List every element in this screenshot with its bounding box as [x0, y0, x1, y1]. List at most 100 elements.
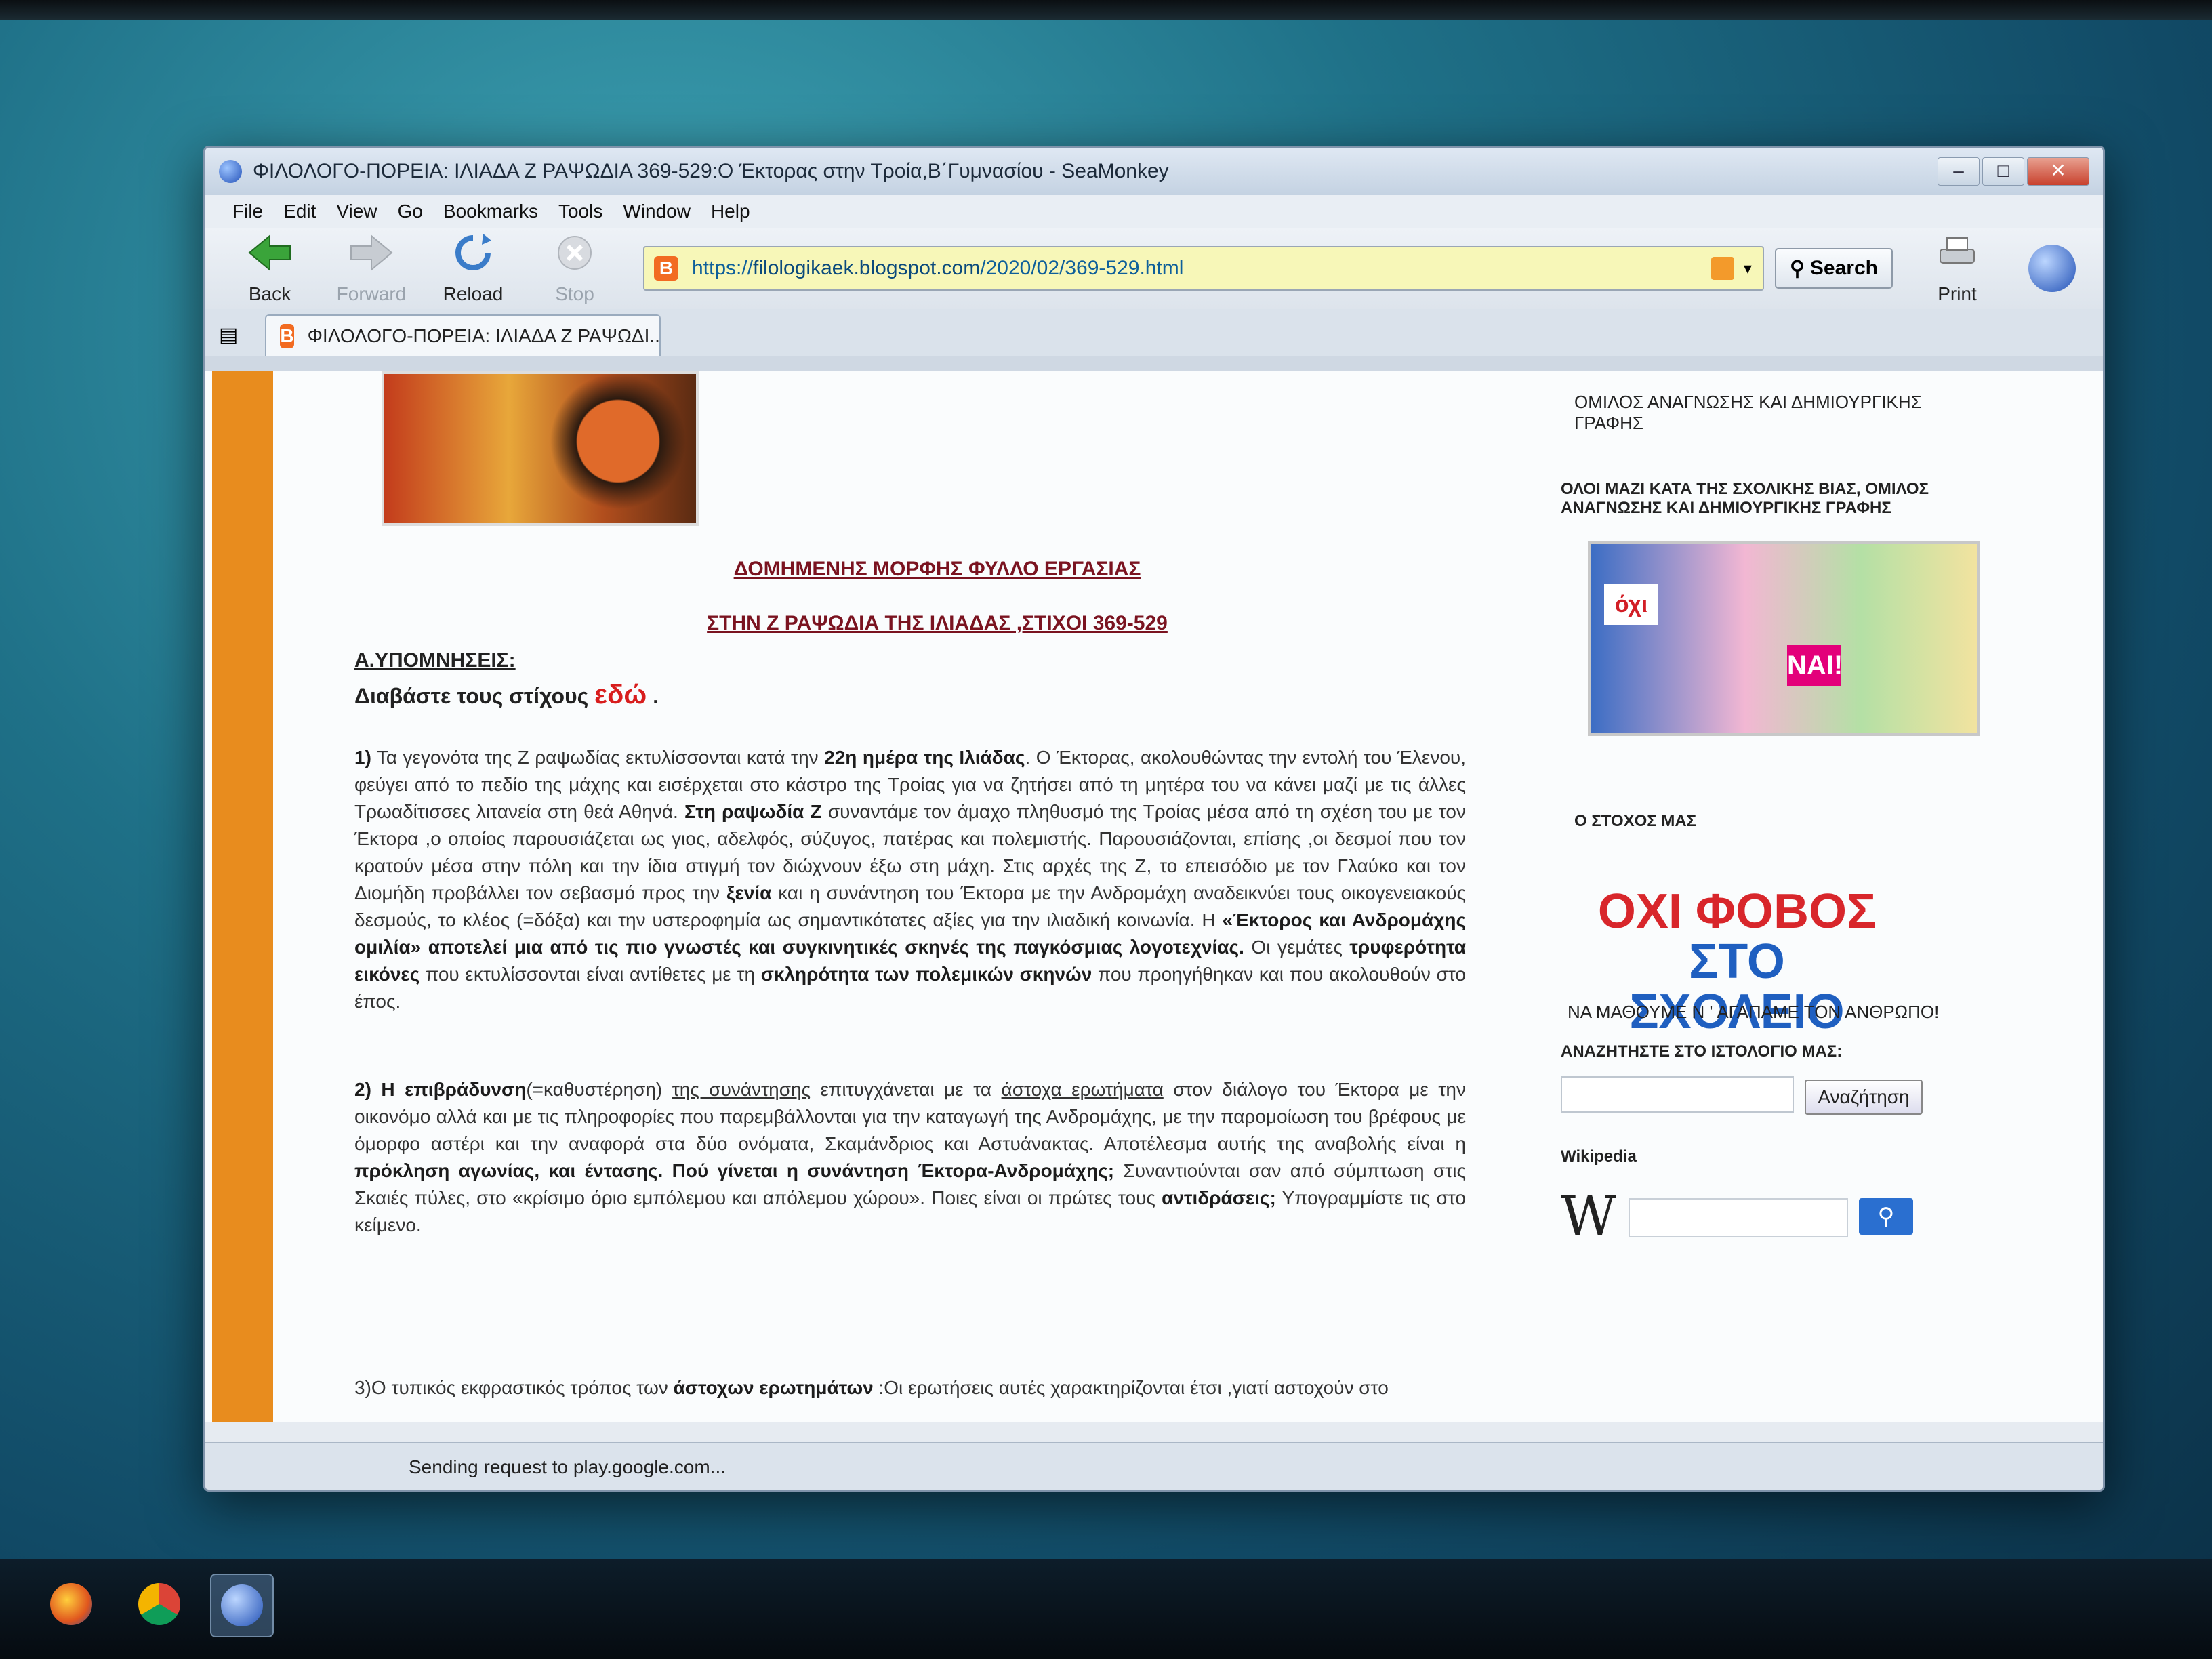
poster-nai-label: ΝΑΙ! — [1787, 645, 1843, 686]
horizontal-scrollbar[interactable] — [205, 1422, 2103, 1442]
lead-line: Διαβάστε τους στίχους εδώ . — [354, 680, 659, 710]
post-body: ΔΟΜΗΜΕΝΗΣ ΜΟΡΦΗΣ ΦΥΛΛΟ ΕΡΓΑΣΙΑΣ ΣΤΗΝ Ζ Ρ… — [327, 371, 1547, 1422]
reload-button[interactable]: Reload — [429, 232, 517, 305]
p1-text-1: Τα γεγονότα της Ζ ραψωδίας εκτυλίσσονται… — [371, 747, 825, 768]
slogan-line-1: ΟΧΙ ΦΟΒΟΣ — [1597, 884, 1877, 939]
wikipedia-heading: Wikipedia — [1561, 1147, 1637, 1166]
sidebar-toggle-icon[interactable]: ▤ — [219, 323, 238, 347]
stop-icon — [558, 235, 592, 270]
minimize-button[interactable]: – — [1938, 157, 1980, 186]
menu-help[interactable]: Help — [711, 201, 750, 222]
taskbar-chrome[interactable] — [129, 1574, 190, 1635]
tab-active[interactable]: B ΦΙΛΟΛΟΓΟ-ΠΟΡΕΙΑ: ΙΛΙΑΔΑ Ζ ΡΑΨΩΔΙ... — [265, 314, 661, 356]
menu-file[interactable]: File — [232, 201, 263, 222]
p2-bold-1: 2) Η επιβράδυνση — [354, 1079, 527, 1100]
worksheet-title: ΔΟΜΗΜΕΝΗΣ ΜΟΡΦΗΣ ΦΥΛΛΟ ΕΡΓΑΣΙΑΣ — [733, 558, 1141, 580]
window-title: ΦΙΛΟΛΟΓΟ-ΠΟΡΕΙΑ: ΙΛΙΑΔΑ Ζ ΡΑΨΩΔΙΑ 369-52… — [253, 160, 1169, 182]
verses-link[interactable]: εδώ — [594, 680, 647, 710]
forward-button[interactable]: Forward — [327, 232, 415, 305]
page-viewport: ΔΟΜΗΜΕΝΗΣ ΜΟΡΦΗΣ ΦΥΛΛΟ ΕΡΓΑΣΙΑΣ ΣΤΗΝ Ζ Ρ… — [205, 371, 2103, 1422]
menu-view[interactable]: View — [336, 201, 377, 222]
stop-label: Stop — [555, 283, 594, 304]
worksheet-subtitle: ΣΤΗΝ Ζ ΡΑΨΩΔΙΑ ΤΗΣ ΙΛΙΑΔΑΣ ,ΣΤΙΧΟΙ 369-5… — [707, 612, 1168, 634]
blog-search-heading: ΑΝΑΖΗΤΗΣΤΕ ΣΤΟ ΙΣΤΟΛΟΓΙΟ ΜΑΣ: — [1561, 1042, 1843, 1061]
forward-arrow-icon — [350, 234, 393, 271]
blog-search-button[interactable]: Αναζήτηση — [1805, 1080, 1923, 1115]
p1-bold-3: ξενία — [726, 882, 772, 903]
printer-icon — [1940, 237, 1975, 264]
p2-text-2: επιτυγχάνεται με τα — [811, 1079, 1002, 1100]
taskbar — [0, 1559, 2212, 1659]
rss-icon[interactable] — [1711, 257, 1734, 280]
wikipedia-search-button[interactable]: ⚲ — [1859, 1198, 1913, 1235]
p2-underline-1: της συνάντησης — [672, 1079, 811, 1100]
reload-icon — [455, 233, 491, 270]
menu-window[interactable]: Window — [623, 201, 691, 222]
print-label: Print — [1938, 283, 1977, 304]
chrome-icon — [138, 1583, 180, 1625]
forward-label: Forward — [336, 283, 407, 304]
poster-oxi-label: όχι — [1604, 584, 1658, 625]
url-text[interactable]: https://filologikaek.blogspot.com/2020/0… — [692, 257, 1711, 280]
lead-suffix: . — [653, 684, 659, 708]
address-bar[interactable]: B https://filologikaek.blogspot.com/2020… — [643, 246, 1764, 291]
search-button[interactable]: ⚲ Search — [1774, 248, 1893, 289]
url-path: /2020/02/369-529.html — [980, 257, 1184, 279]
magnifier-icon: ⚲ — [1789, 257, 1805, 280]
browser-window: ΦΙΛΟΛΟΓΟ-ΠΟΡΕΙΑ: ΙΛΙΑΔΑ Ζ ΡΑΨΩΔΙΑ 369-52… — [203, 146, 2105, 1492]
maximize-button[interactable]: □ — [1982, 157, 2024, 186]
title-bar: ΦΙΛΟΛΟΓΟ-ΠΟΡΕΙΑ: ΙΛΙΑΔΑ Ζ ΡΑΨΩΔΙΑ 369-52… — [205, 148, 2103, 195]
orange-sidebar-stripe — [212, 371, 273, 1422]
seamonkey-icon — [219, 160, 242, 183]
url-scheme: https:// — [692, 257, 754, 279]
p2-bold-4: αντιδράσεις; — [1162, 1187, 1276, 1208]
back-label: Back — [248, 283, 291, 304]
menu-tools[interactable]: Tools — [558, 201, 602, 222]
paragraph-3: 3)Ο τυπικός εκφραστικός τρόπος των άστοχ… — [354, 1374, 1466, 1401]
section-heading: Α.ΥΠΟΜΝΗΣΕΙΣ: — [354, 649, 516, 672]
print-button[interactable]: Print — [1913, 232, 2001, 305]
blog-search-input[interactable] — [1561, 1076, 1794, 1113]
club-link[interactable]: ΟΜΙΛΟΣ ΑΝΑΓΝΩΣΗΣ ΚΑΙ ΔΗΜΙΟΥΡΓΙΚΗΣ ΓΡΑΦΗΣ — [1574, 392, 1981, 434]
p1-text-5: Οι γεμάτες — [1244, 937, 1350, 958]
p2-text-1: (=καθυστέρηση) — [526, 1079, 672, 1100]
dropdown-arrow-icon[interactable]: ▾ — [1744, 259, 1752, 279]
goal-caption: ΝΑ ΜΑΘΟΥΜΕ Ν ' ΑΓΑΠΑΜΕ ΤΟΝ ΑΝΘΡΩΠΟ! — [1568, 1002, 1940, 1022]
seamonkey-taskbar-icon — [221, 1584, 263, 1626]
tab-blogger-favicon: B — [280, 324, 294, 348]
wikipedia-logo-icon: W — [1561, 1185, 1617, 1248]
reload-label: Reload — [443, 283, 504, 304]
violence-heading: ΟΛΟΙ ΜΑΖΙ ΚΑΤΑ ΤΗΣ ΣΧΟΛΙΚΗΣ ΒΙΑΣ, ΟΜΙΛΟΣ… — [1561, 480, 1929, 517]
taskbar-seamonkey[interactable] — [210, 1574, 274, 1637]
menu-bar: File Edit View Go Bookmarks Tools Window… — [205, 195, 2103, 228]
wikipedia-search-input[interactable] — [1629, 1198, 1848, 1237]
url-host: filologikaek.blogspot.com — [753, 257, 981, 279]
no-fear-slogan: ΟΧΙ ΦΟΒΟΣ ΣΤΟ ΣΧΟΛΕΙΟ — [1588, 884, 1886, 1037]
menu-bookmarks[interactable]: Bookmarks — [443, 201, 538, 222]
p1-bold-2: Στη ραψωδία Ζ — [684, 801, 822, 822]
monitor-bezel — [0, 0, 2212, 20]
back-button[interactable]: Back — [226, 232, 314, 305]
menu-go[interactable]: Go — [398, 201, 423, 222]
status-bar: Sending request to play.google.com... — [205, 1442, 2103, 1490]
taskbar-firefox[interactable] — [41, 1574, 102, 1635]
goal-heading: Ο ΣΤΟΧΟΣ ΜΑΣ — [1574, 812, 1697, 830]
throbber-icon — [2028, 245, 2076, 292]
navigation-toolbar: Back Forward Reload Stop B https://filol… — [205, 228, 2103, 309]
menu-edit[interactable]: Edit — [283, 201, 316, 222]
anti-violence-poster[interactable]: όχι ΝΑΙ! — [1588, 541, 1980, 736]
p2-underline-2: άστοχα ερωτήματα — [1001, 1079, 1164, 1100]
close-button[interactable]: ✕ — [2027, 157, 2089, 186]
blog-sidebar: ΟΜΙΛΟΣ ΑΝΑΓΝΩΣΗΣ ΚΑΙ ΔΗΜΙΟΥΡΓΙΚΗΣ ΓΡΑΦΗΣ… — [1561, 371, 2035, 1422]
magnifier-icon: ⚲ — [1877, 1204, 1895, 1229]
paragraph-1: 1) Τα γεγονότα της Ζ ραψωδίας εκτυλίσσον… — [354, 744, 1466, 1015]
tab-label: ΦΙΛΟΛΟΓΟ-ΠΟΡΕΙΑ: ΙΛΙΑΔΑ Ζ ΡΑΨΩΔΙ... — [307, 325, 661, 346]
p2-bold-3: Πού γίνεται η συνάντηση Έκτορα-Ανδρομάχη… — [672, 1160, 1115, 1181]
search-label: Search — [1809, 257, 1878, 279]
p1-number: 1) — [354, 747, 371, 768]
p1-text-6: που εκτυλίσσονται είναι αντίθετες με τη — [419, 964, 761, 985]
blogger-favicon: B — [654, 256, 678, 281]
stop-button[interactable]: Stop — [531, 232, 619, 305]
firefox-icon — [50, 1583, 92, 1625]
p1-bold-1: 22η ημέρα της Ιλιάδας — [824, 747, 1025, 768]
